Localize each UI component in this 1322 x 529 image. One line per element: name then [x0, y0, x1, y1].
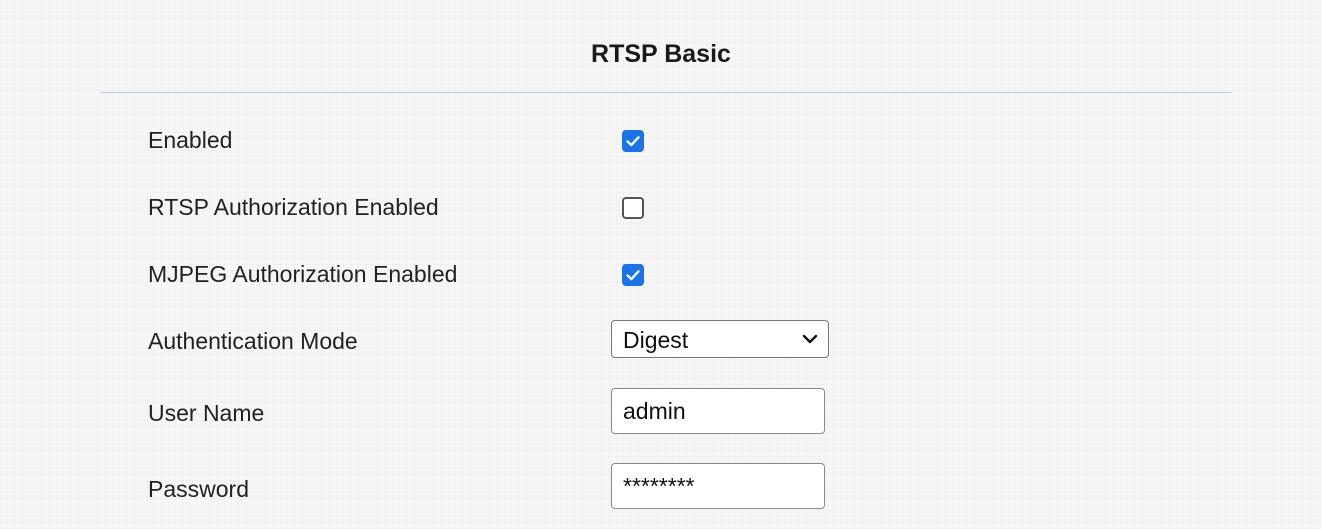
authentication-mode-label: Authentication Mode [148, 328, 358, 354]
authentication-mode-value: Digest [623, 327, 689, 353]
mjpeg-authorization-checkbox[interactable] [622, 264, 644, 286]
rtsp-basic-panel: RTSP Basic Enabled RTSP Authorization En… [0, 0, 1322, 529]
authentication-mode-select[interactable]: Digest [611, 320, 829, 358]
password-label: Password [148, 476, 249, 502]
title-divider [101, 92, 1231, 93]
check-icon [626, 136, 640, 147]
mjpeg-authorization-label: MJPEG Authorization Enabled [148, 261, 458, 287]
enabled-checkbox[interactable] [622, 130, 644, 152]
user-name-input[interactable] [611, 388, 825, 434]
password-input[interactable] [611, 463, 825, 509]
check-icon [626, 270, 640, 281]
section-title: RTSP Basic [591, 40, 731, 68]
enabled-label: Enabled [148, 127, 233, 153]
rtsp-authorization-checkbox[interactable] [622, 197, 644, 219]
rtsp-authorization-label: RTSP Authorization Enabled [148, 194, 439, 220]
chevron-down-icon [802, 334, 818, 344]
user-name-label: User Name [148, 400, 265, 426]
